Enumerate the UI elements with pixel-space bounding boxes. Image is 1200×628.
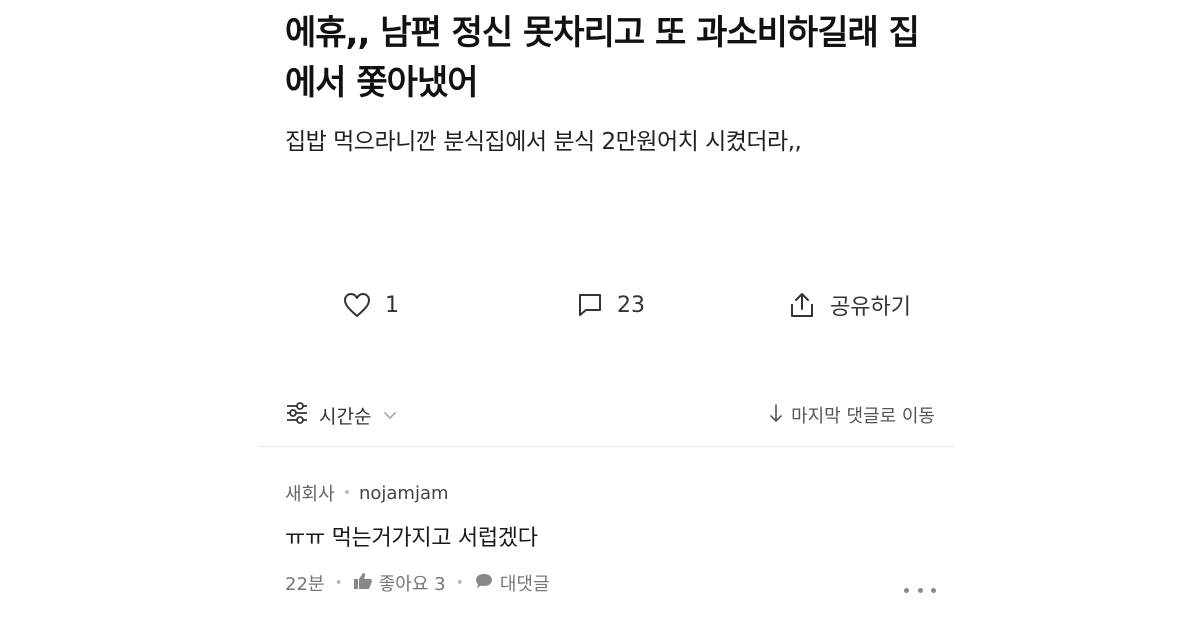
jump-label: 마지막 댓글로 이동 xyxy=(791,406,935,427)
more-dot xyxy=(904,587,909,593)
more-dot xyxy=(931,587,936,593)
reply-bubble-icon xyxy=(474,572,494,595)
comment-text: ㅠㅠ 먹는거가지고 서럽겠다 xyxy=(285,526,538,551)
thumbs-up-icon xyxy=(353,572,373,595)
share-label: 공유하기 xyxy=(830,295,911,320)
sort-order-button[interactable]: 시간순 xyxy=(285,395,397,435)
comment-author[interactable]: nojamjam xyxy=(359,483,449,504)
comment-meta: 새회사 • nojamjam xyxy=(285,480,449,506)
like-count: 1 xyxy=(385,292,399,318)
jump-to-last-comment-button[interactable]: 마지막 댓글로 이동 xyxy=(769,395,935,435)
comment-reply-label: 대댓글 xyxy=(499,574,550,595)
comment-like-button[interactable]: 좋아요 3 xyxy=(353,570,446,596)
comment-company-badge: 새회사 xyxy=(285,484,335,505)
post-title: 에휴,, 남편 정신 못차리고 또 과소비하길래 집에서 쫓아냈어 xyxy=(285,13,920,103)
divider xyxy=(258,446,955,447)
comment-button[interactable]: 23 xyxy=(577,283,645,327)
comment-time: 22분 xyxy=(285,574,325,595)
separator-dot: • xyxy=(342,485,351,501)
share-icon xyxy=(788,291,816,319)
like-button[interactable]: 1 xyxy=(343,283,399,327)
more-dots-icon[interactable] xyxy=(904,580,936,600)
comment-footer: 22분 • 좋아요 3 • 대댓글 xyxy=(285,570,550,596)
more-dot xyxy=(917,587,923,593)
arrow-down-icon xyxy=(769,403,783,428)
sort-label: 시간순 xyxy=(319,405,372,428)
separator-dot: • xyxy=(455,575,464,591)
comment-bubble-icon xyxy=(577,292,603,318)
comment-sort-bar: 시간순 마지막 댓글로 이동 xyxy=(285,395,935,435)
filter-sliders-icon xyxy=(285,401,309,429)
share-button[interactable]: 공유하기 xyxy=(788,283,911,327)
post-actions: 1 23 공유하기 xyxy=(285,283,945,327)
heart-icon xyxy=(343,292,371,318)
post-body: 집밥 먹으라니깐 분식집에서 분식 2만원어치 시켰더라,, xyxy=(285,129,802,155)
comment-like-label: 좋아요 3 xyxy=(378,574,446,595)
post-page: 에휴,, 남편 정신 못차리고 또 과소비하길래 집에서 쫓아냈어 집밥 먹으라… xyxy=(0,0,1200,628)
chevron-down-icon xyxy=(383,404,397,426)
comment-reply-button[interactable]: 대댓글 xyxy=(474,570,550,596)
comment-count: 23 xyxy=(617,292,645,318)
separator-dot: • xyxy=(334,575,343,591)
